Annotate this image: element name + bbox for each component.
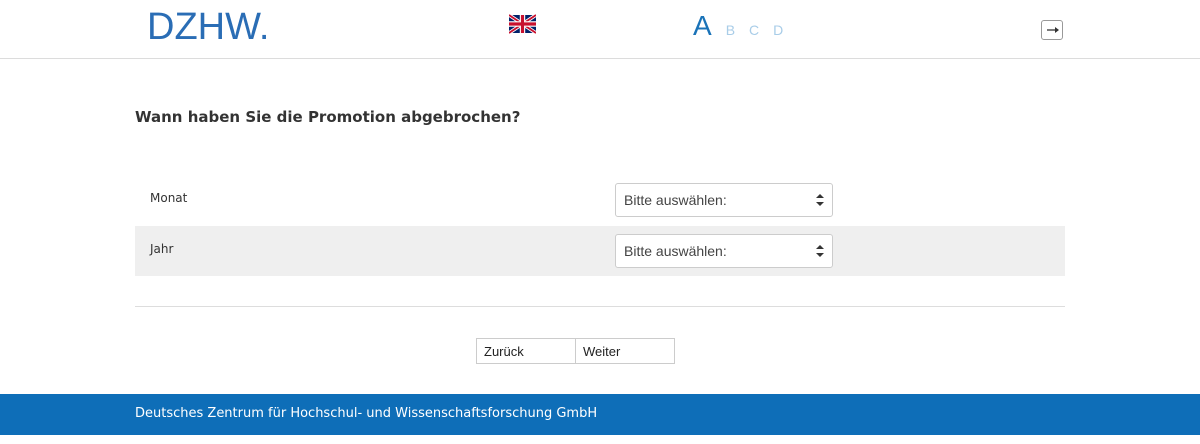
exit-button[interactable] — [1041, 20, 1063, 40]
month-select[interactable]: Bitte auswählen: — [615, 183, 833, 217]
select-arrows-icon — [816, 194, 824, 206]
year-label: Jahr — [150, 242, 174, 256]
month-label: Monat — [150, 191, 188, 205]
exit-icon — [1047, 27, 1059, 33]
year-select[interactable]: Bitte auswählen: — [615, 234, 833, 268]
uk-flag-icon[interactable] — [509, 14, 536, 34]
content-divider — [135, 306, 1065, 307]
step-c: C — [749, 22, 760, 38]
step-b: B — [725, 22, 736, 38]
row-month: Monat Bitte auswählen: — [135, 175, 1065, 225]
year-select-value: Bitte auswählen: — [624, 243, 727, 259]
logo-dot: . — [258, 6, 270, 48]
logo-text: DZHW — [147, 6, 259, 48]
row-year: Jahr Bitte auswählen: — [135, 226, 1065, 276]
page-header: DZHW. A B C D — [0, 0, 1200, 59]
back-button[interactable]: Zurück — [476, 338, 576, 364]
progress-steps: A B C D — [693, 10, 797, 44]
step-active: A — [693, 10, 712, 41]
month-select-value: Bitte auswählen: — [624, 192, 727, 208]
select-arrows-icon — [816, 245, 824, 257]
page-footer: Deutsches Zentrum für Hochschul- und Wis… — [0, 394, 1200, 435]
dzhw-logo[interactable]: DZHW. — [147, 7, 269, 47]
question-text: Wann haben Sie die Promotion abgebrochen… — [135, 108, 521, 126]
footer-text: Deutsches Zentrum für Hochschul- und Wis… — [135, 406, 598, 421]
step-d: D — [773, 22, 784, 38]
next-button[interactable]: Weiter — [575, 338, 675, 364]
